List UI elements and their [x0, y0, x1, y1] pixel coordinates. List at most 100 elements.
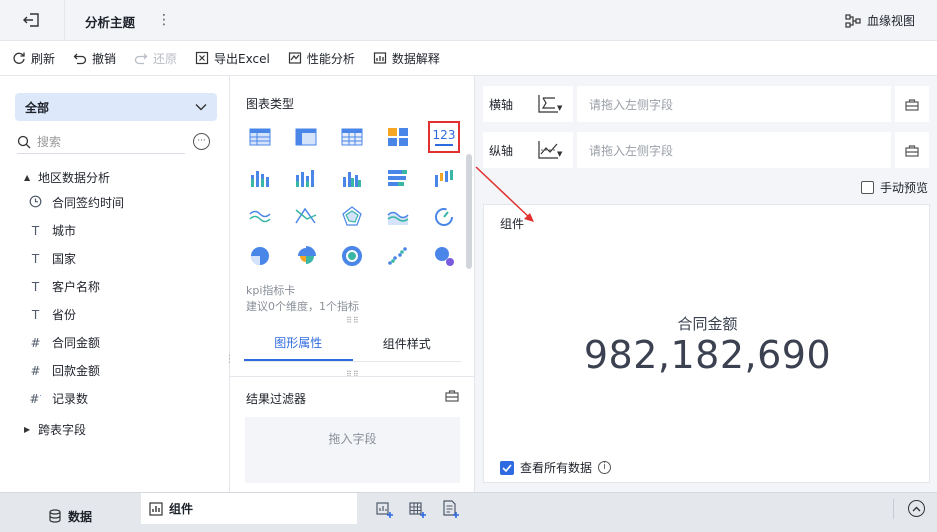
combo-chart-icon[interactable] — [385, 124, 411, 150]
field-item[interactable]: # 合同金额 — [29, 334, 100, 351]
x-axis-type-icon[interactable]: ▼ — [523, 86, 573, 122]
lineage-view-button[interactable]: 血缘视图 — [845, 12, 915, 29]
kpi-value: 982,182,690 — [583, 333, 832, 377]
x-axis-drop-zone[interactable]: 请拖入左侧字段 — [573, 86, 891, 122]
kpi-card-icon[interactable]: 123 — [428, 121, 460, 153]
caret-right-icon: ▶ — [24, 425, 31, 434]
tab-component-style[interactable]: 组件样式 — [353, 326, 462, 361]
performance-label: 性能分析 — [306, 51, 355, 66]
lineage-icon — [845, 13, 861, 28]
add-widget-icon[interactable] — [376, 500, 394, 518]
field-name: 省份 — [52, 308, 77, 322]
package-select[interactable]: 全部 — [15, 93, 217, 121]
field-item[interactable]: 合同签约时间 — [29, 194, 124, 211]
chart-list-scrollbar[interactable] — [466, 154, 472, 269]
bubble-chart-icon[interactable] — [431, 243, 457, 269]
config-tabs: 图形属性 组件样式 — [244, 326, 461, 362]
divider — [893, 499, 894, 519]
rose-chart-icon[interactable] — [293, 243, 319, 269]
data-explain-label: 数据解释 — [391, 51, 440, 66]
more-options-icon[interactable]: ··· — [193, 133, 210, 150]
detail-table-icon[interactable] — [339, 124, 365, 150]
cross-table-icon[interactable] — [293, 124, 319, 150]
line-chart-icon[interactable] — [247, 203, 273, 229]
scatter-chart-icon[interactable] — [385, 243, 411, 269]
field-item[interactable]: #· 记录数 — [29, 390, 88, 407]
y-axis-row: 纵轴 ▼ 请拖入左侧字段 — [483, 132, 891, 168]
collapse-up-icon[interactable] — [908, 500, 925, 517]
table-chart-icon[interactable] — [247, 124, 273, 150]
stacked-bar-icon[interactable] — [293, 165, 319, 191]
tree-group-region-analysis[interactable]: ▲ 地区数据分析 — [24, 169, 110, 186]
checkbox-checked-icon — [500, 460, 514, 475]
data-explain-button[interactable]: 数据解释 — [373, 50, 440, 67]
back-icon[interactable] — [22, 11, 44, 31]
range-bar-icon[interactable] — [431, 165, 457, 191]
caret-down-icon: ▲ — [24, 173, 31, 182]
divider — [230, 376, 475, 377]
x-axis-label: 横轴 — [489, 97, 514, 112]
field-item[interactable]: T 省份 — [29, 306, 76, 323]
field-item[interactable]: # 回款金额 — [29, 362, 100, 379]
excel-icon — [195, 51, 209, 65]
tree-group-cross-table[interactable]: ▶ 跨表字段 — [24, 421, 86, 438]
number-type-icon: # — [30, 363, 41, 378]
field-item[interactable]: T 国家 — [29, 250, 76, 267]
y-axis-settings-icon[interactable] — [895, 132, 929, 168]
undo-button[interactable]: 撤销 — [73, 50, 116, 67]
filter-settings-icon[interactable] — [445, 389, 459, 403]
performance-button[interactable]: 性能分析 — [288, 50, 355, 67]
data-explain-icon — [373, 52, 386, 64]
preview-area: 横轴 ▼ 请拖入左侧字段 纵轴 ▼ 请拖入左侧字段 手动预览 组件 合同金额 9… — [475, 76, 937, 492]
polyline-chart-icon[interactable] — [293, 203, 319, 229]
caret-down-icon: ▼ — [557, 150, 563, 158]
ring-chart-icon[interactable] — [339, 243, 365, 269]
y-axis-drop-zone[interactable]: 请拖入左侧字段 — [573, 132, 891, 168]
pie-chart-icon[interactable] — [247, 243, 273, 269]
column-chart-icon[interactable] — [339, 165, 365, 191]
redo-label: 还原 — [153, 51, 178, 66]
refresh-icon — [13, 52, 25, 64]
text-type-icon: T — [31, 307, 40, 322]
grouped-bar-icon[interactable] — [247, 165, 273, 191]
add-report-icon[interactable] — [442, 500, 460, 518]
more-vertical-icon[interactable]: ⋮ — [157, 11, 171, 29]
field-item[interactable]: T 客户名称 — [29, 278, 100, 295]
tab-graph-properties[interactable]: 图形属性 — [244, 326, 353, 361]
info-icon[interactable]: i — [598, 461, 612, 474]
manual-preview-checkbox[interactable]: 手动预览 — [861, 179, 928, 196]
clock-icon — [29, 195, 42, 211]
tab-widget[interactable]: 组件 — [141, 493, 357, 524]
horizontal-bar-icon[interactable] — [385, 165, 411, 191]
radar-chart-icon[interactable] — [339, 203, 365, 229]
area-chart-icon[interactable] — [385, 203, 411, 229]
resize-grip-icon[interactable]: ⠿⠿ — [346, 370, 360, 379]
resize-grip-icon[interactable]: ⠿⠿ — [346, 316, 360, 325]
text-type-icon: T — [31, 223, 40, 238]
text-type-icon: T — [31, 251, 40, 266]
view-all-data-checkbox[interactable]: 查看所有数据 i — [500, 459, 612, 476]
database-icon — [49, 509, 61, 523]
chart-type-label: 图表类型 — [246, 97, 295, 111]
gauge-chart-icon[interactable] — [431, 203, 457, 229]
redo-button[interactable]: 还原 — [134, 50, 177, 67]
selected-chart-name: kpi指标卡 — [246, 284, 296, 297]
add-table-widget-icon[interactable] — [409, 500, 427, 518]
tree-group-label: 跨表字段 — [38, 423, 87, 437]
y-axis-type-icon[interactable]: ▼ — [523, 132, 573, 168]
kpi-icon-text: 123 — [432, 127, 456, 142]
widget-title: 组件 — [500, 217, 525, 231]
search-placeholder: 搜索 — [37, 135, 62, 149]
field-search-input[interactable]: 搜索 — [17, 130, 185, 154]
package-select-value: 全部 — [25, 100, 50, 115]
undo-label: 撤销 — [92, 51, 117, 66]
field-name: 城市 — [52, 224, 77, 238]
tab-data[interactable]: 数据 — [48, 500, 92, 532]
export-excel-button[interactable]: 导出Excel — [195, 50, 270, 67]
filter-drop-zone[interactable]: 拖入字段 — [245, 417, 460, 483]
field-item[interactable]: T 城市 — [29, 222, 76, 239]
x-axis-settings-icon[interactable] — [895, 86, 929, 122]
refresh-button[interactable]: 刷新 — [12, 50, 55, 67]
toolbar: 刷新 撤销 还原 导出Excel 性能分析 数据解释 — [0, 41, 937, 76]
field-name: 国家 — [52, 252, 77, 266]
